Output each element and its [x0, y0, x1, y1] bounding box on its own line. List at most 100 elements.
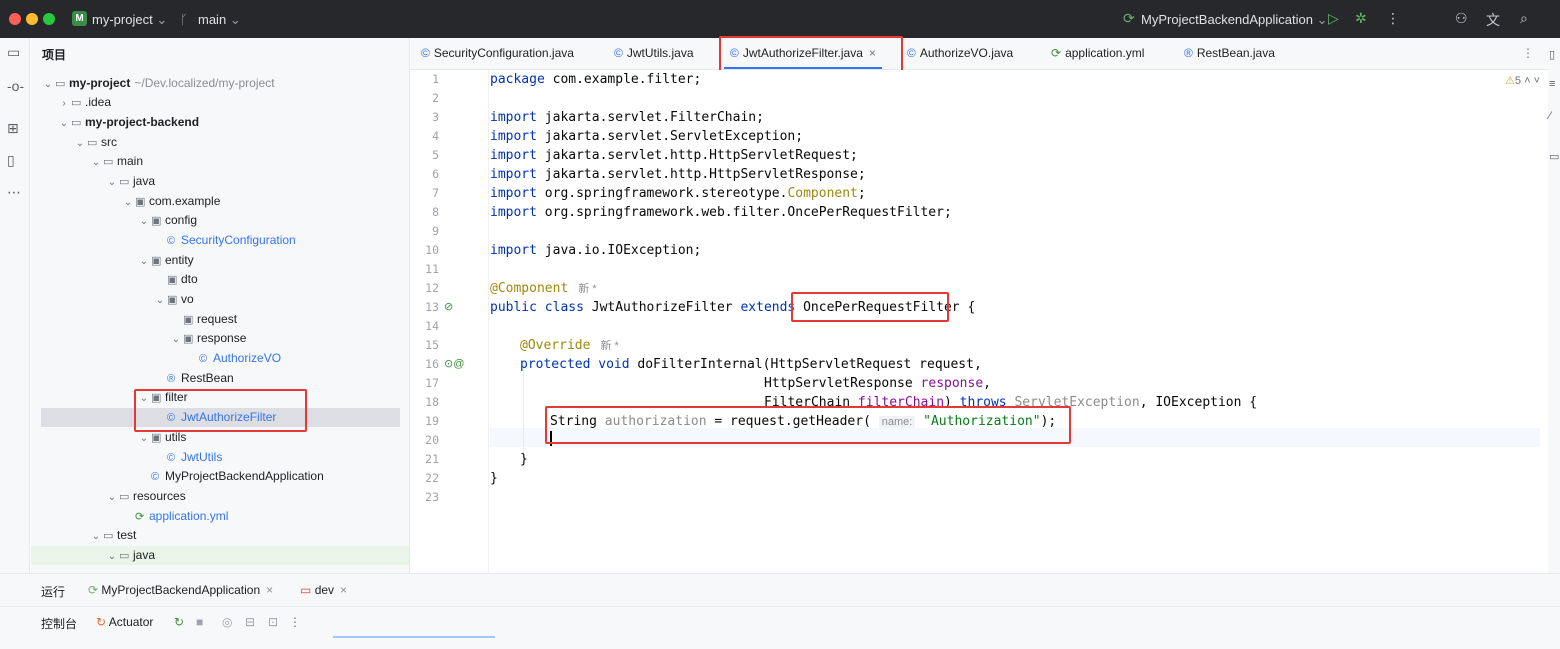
project-name: my-project — [92, 12, 153, 27]
tabs-more-icon[interactable]: ⋮ — [1522, 38, 1534, 69]
search-icon[interactable]: ⌕ — [1520, 10, 1528, 27]
tab-authorize-vo[interactable]: © AuthorizeVO.java — [907, 38, 1013, 69]
line-number: 14 — [425, 319, 439, 333]
tab-application-yml[interactable]: ⟳ application.yml — [1051, 38, 1144, 69]
tab-dev[interactable]: ▭ dev × — [300, 583, 347, 597]
tree-row[interactable]: ⌄ ▭ main — [31, 152, 409, 171]
run-config-selector[interactable]: MyProjectBackendApplication ⌄ — [1141, 12, 1328, 28]
tab-actuator[interactable]: ↻ Actuator — [96, 615, 153, 629]
run-icon[interactable]: ▷ — [1328, 10, 1339, 27]
commit-icon[interactable]: -o- — [7, 78, 24, 94]
tab-security-configuration[interactable]: © SecurityConfiguration.java — [421, 38, 574, 69]
spring-boot-class-icon: © — [151, 471, 160, 483]
tree-row[interactable]: ⌄ ▣ config — [31, 211, 409, 230]
rerun-icon[interactable]: ↻ — [174, 615, 184, 629]
close-icon[interactable]: × — [340, 583, 347, 597]
tree-row[interactable]: ⟳ application.yml — [31, 507, 409, 526]
tree-row[interactable]: › ▭ .idea — [31, 93, 409, 112]
tree-row[interactable]: © JwtUtils — [31, 448, 409, 467]
tree-row[interactable]: ⌄ ▭ my-project ~/Dev.localized/my-project — [31, 74, 409, 93]
tree-row[interactable]: ⌄ ▭ java — [31, 546, 409, 565]
bookmark-icon[interactable]: ▯ — [7, 152, 15, 169]
close-icon[interactable]: × — [266, 583, 273, 597]
tab-run-config[interactable]: ⟳ MyProjectBackendApplication × — [88, 583, 273, 597]
code-line-16: protected void doFilterInternal(HttpServ… — [520, 357, 982, 372]
branch-switcher[interactable]: main ⌄ — [198, 12, 241, 28]
tab-jwt-authorize-filter[interactable]: © JwtAuthorizeFilter.java × — [724, 38, 882, 69]
more-options-icon[interactable]: ⋮ — [289, 615, 301, 629]
line-number: 13 — [425, 300, 439, 314]
more-actions-icon[interactable]: ⋮ — [1386, 10, 1400, 27]
package-icon: ▣ — [151, 255, 162, 267]
chevron-down-icon: ⌄ — [107, 551, 117, 562]
tree-row[interactable]: ⌄ ▣ response — [31, 329, 409, 348]
restore-layout-icon[interactable]: ⊟ — [245, 615, 255, 629]
tab-console[interactable]: 控制台 — [41, 615, 77, 632]
tree-row[interactable]: ⌄ ▭ my-project-backend — [31, 113, 409, 132]
translate-icon[interactable]: 文 — [1486, 10, 1500, 30]
tree-row[interactable]: ⌄ ▭ java — [31, 172, 409, 191]
add-user-icon[interactable]: ⚇ — [1455, 10, 1468, 27]
close-window-button[interactable] — [9, 13, 21, 25]
spring-run-config-icon: ⟳ — [1123, 10, 1135, 26]
override-gutter-icon[interactable]: ⊙@ — [444, 357, 464, 370]
endpoints-icon[interactable]: ▭ — [1549, 150, 1559, 163]
tree-row[interactable]: ⌄ ▭ resources — [31, 487, 409, 506]
zoom-window-button[interactable] — [43, 13, 55, 25]
tree-row[interactable]: © AuthorizeVO — [31, 349, 409, 368]
tree-label: RestBean — [181, 371, 234, 385]
tree-row[interactable]: ⌄ ▣ utils — [31, 428, 409, 447]
inspection-widget[interactable]: ⚠5 ˄ ˅ — [1505, 74, 1540, 87]
spring-bean-gutter-icon[interactable]: ⊘ — [444, 300, 453, 313]
project-tree: 项目 ⌄ ▭ my-project ~/Dev.localized/my-projec… — [31, 38, 410, 573]
dev-config-icon: ▭ — [300, 583, 312, 597]
notifications-icon[interactable]: ▯ — [1549, 48, 1555, 61]
code-line-19: String authorization = request.getHeader… — [550, 414, 1057, 429]
indent-guide — [523, 360, 524, 460]
code-line-13: public class JwtAuthorizeFilter extends … — [490, 300, 976, 315]
project-folder-icon[interactable]: ▭ — [7, 44, 20, 61]
debug-icon[interactable]: ✲ — [1355, 10, 1367, 27]
line-number: 4 — [432, 129, 439, 143]
tree-row[interactable]: © MyProjectBackendApplication — [31, 467, 409, 486]
tree-row[interactable]: ▣ dto — [31, 270, 409, 289]
exit-icon[interactable]: ⊡ — [268, 615, 278, 629]
structure-icon[interactable]: ⊞ — [7, 120, 19, 137]
tree-row[interactable]: ⌄ ▭ src — [31, 133, 409, 152]
line-number: 20 — [425, 433, 439, 447]
source-folder-icon: ▭ — [119, 176, 130, 188]
tree-row[interactable]: ⌄ ▭ test — [31, 526, 409, 545]
tree-row-selected[interactable]: © JwtAuthorizeFilter — [41, 408, 400, 427]
tree-row[interactable]: ⌄ ▣ com.example — [31, 192, 409, 211]
tree-row[interactable]: ® RestBean — [31, 369, 409, 388]
line-number: 6 — [432, 167, 439, 181]
tab-rest-bean[interactable]: ® RestBean.java — [1184, 38, 1275, 69]
code-line-4: import jakarta.servlet.ServletException; — [490, 129, 804, 144]
stop-icon[interactable]: ■ — [196, 615, 203, 629]
tree-row[interactable]: © SecurityConfiguration — [31, 231, 409, 250]
chevron-down-icon: ⌄ — [155, 295, 165, 306]
tab-label: SecurityConfiguration.java — [433, 46, 574, 60]
code-line-7: import org.springframework.stereotype.Co… — [490, 186, 866, 201]
chevron-down-icon: ⌄ — [75, 138, 85, 149]
tree-row[interactable]: ⌄ ▣ filter — [31, 388, 409, 407]
chevron-down-icon: ⌄ — [139, 256, 149, 267]
tab-label: Actuator — [108, 615, 154, 629]
camera-icon[interactable]: ◎ — [222, 615, 232, 629]
chevron-down-icon: ⌄ — [156, 12, 168, 27]
close-icon[interactable]: × — [869, 46, 876, 60]
tree-row[interactable]: ⌄ ▣ vo — [31, 290, 409, 309]
more-tools-icon[interactable]: ⋯ — [7, 184, 21, 201]
tab-jwt-utils[interactable]: © JwtUtils.java — [614, 38, 694, 69]
tree-label: java — [133, 174, 156, 188]
project-switcher[interactable]: my-project ⌄ — [92, 12, 167, 28]
minimize-window-button[interactable] — [26, 13, 38, 25]
tree-row[interactable]: ⌄ ▣ entity — [31, 251, 409, 270]
tree-label: response — [197, 331, 247, 345]
code-editor[interactable]: 1 2 3 4 5 6 7 8 9 10 11 12 13 14 15 16 1… — [411, 70, 1560, 573]
line-number: 19 — [425, 414, 439, 428]
ai-assistant-icon[interactable]: ∕ — [1549, 110, 1551, 122]
tree-label: java — [133, 548, 156, 562]
database-icon[interactable]: ≡ — [1549, 78, 1555, 90]
tree-row[interactable]: ▣ request — [31, 310, 409, 329]
